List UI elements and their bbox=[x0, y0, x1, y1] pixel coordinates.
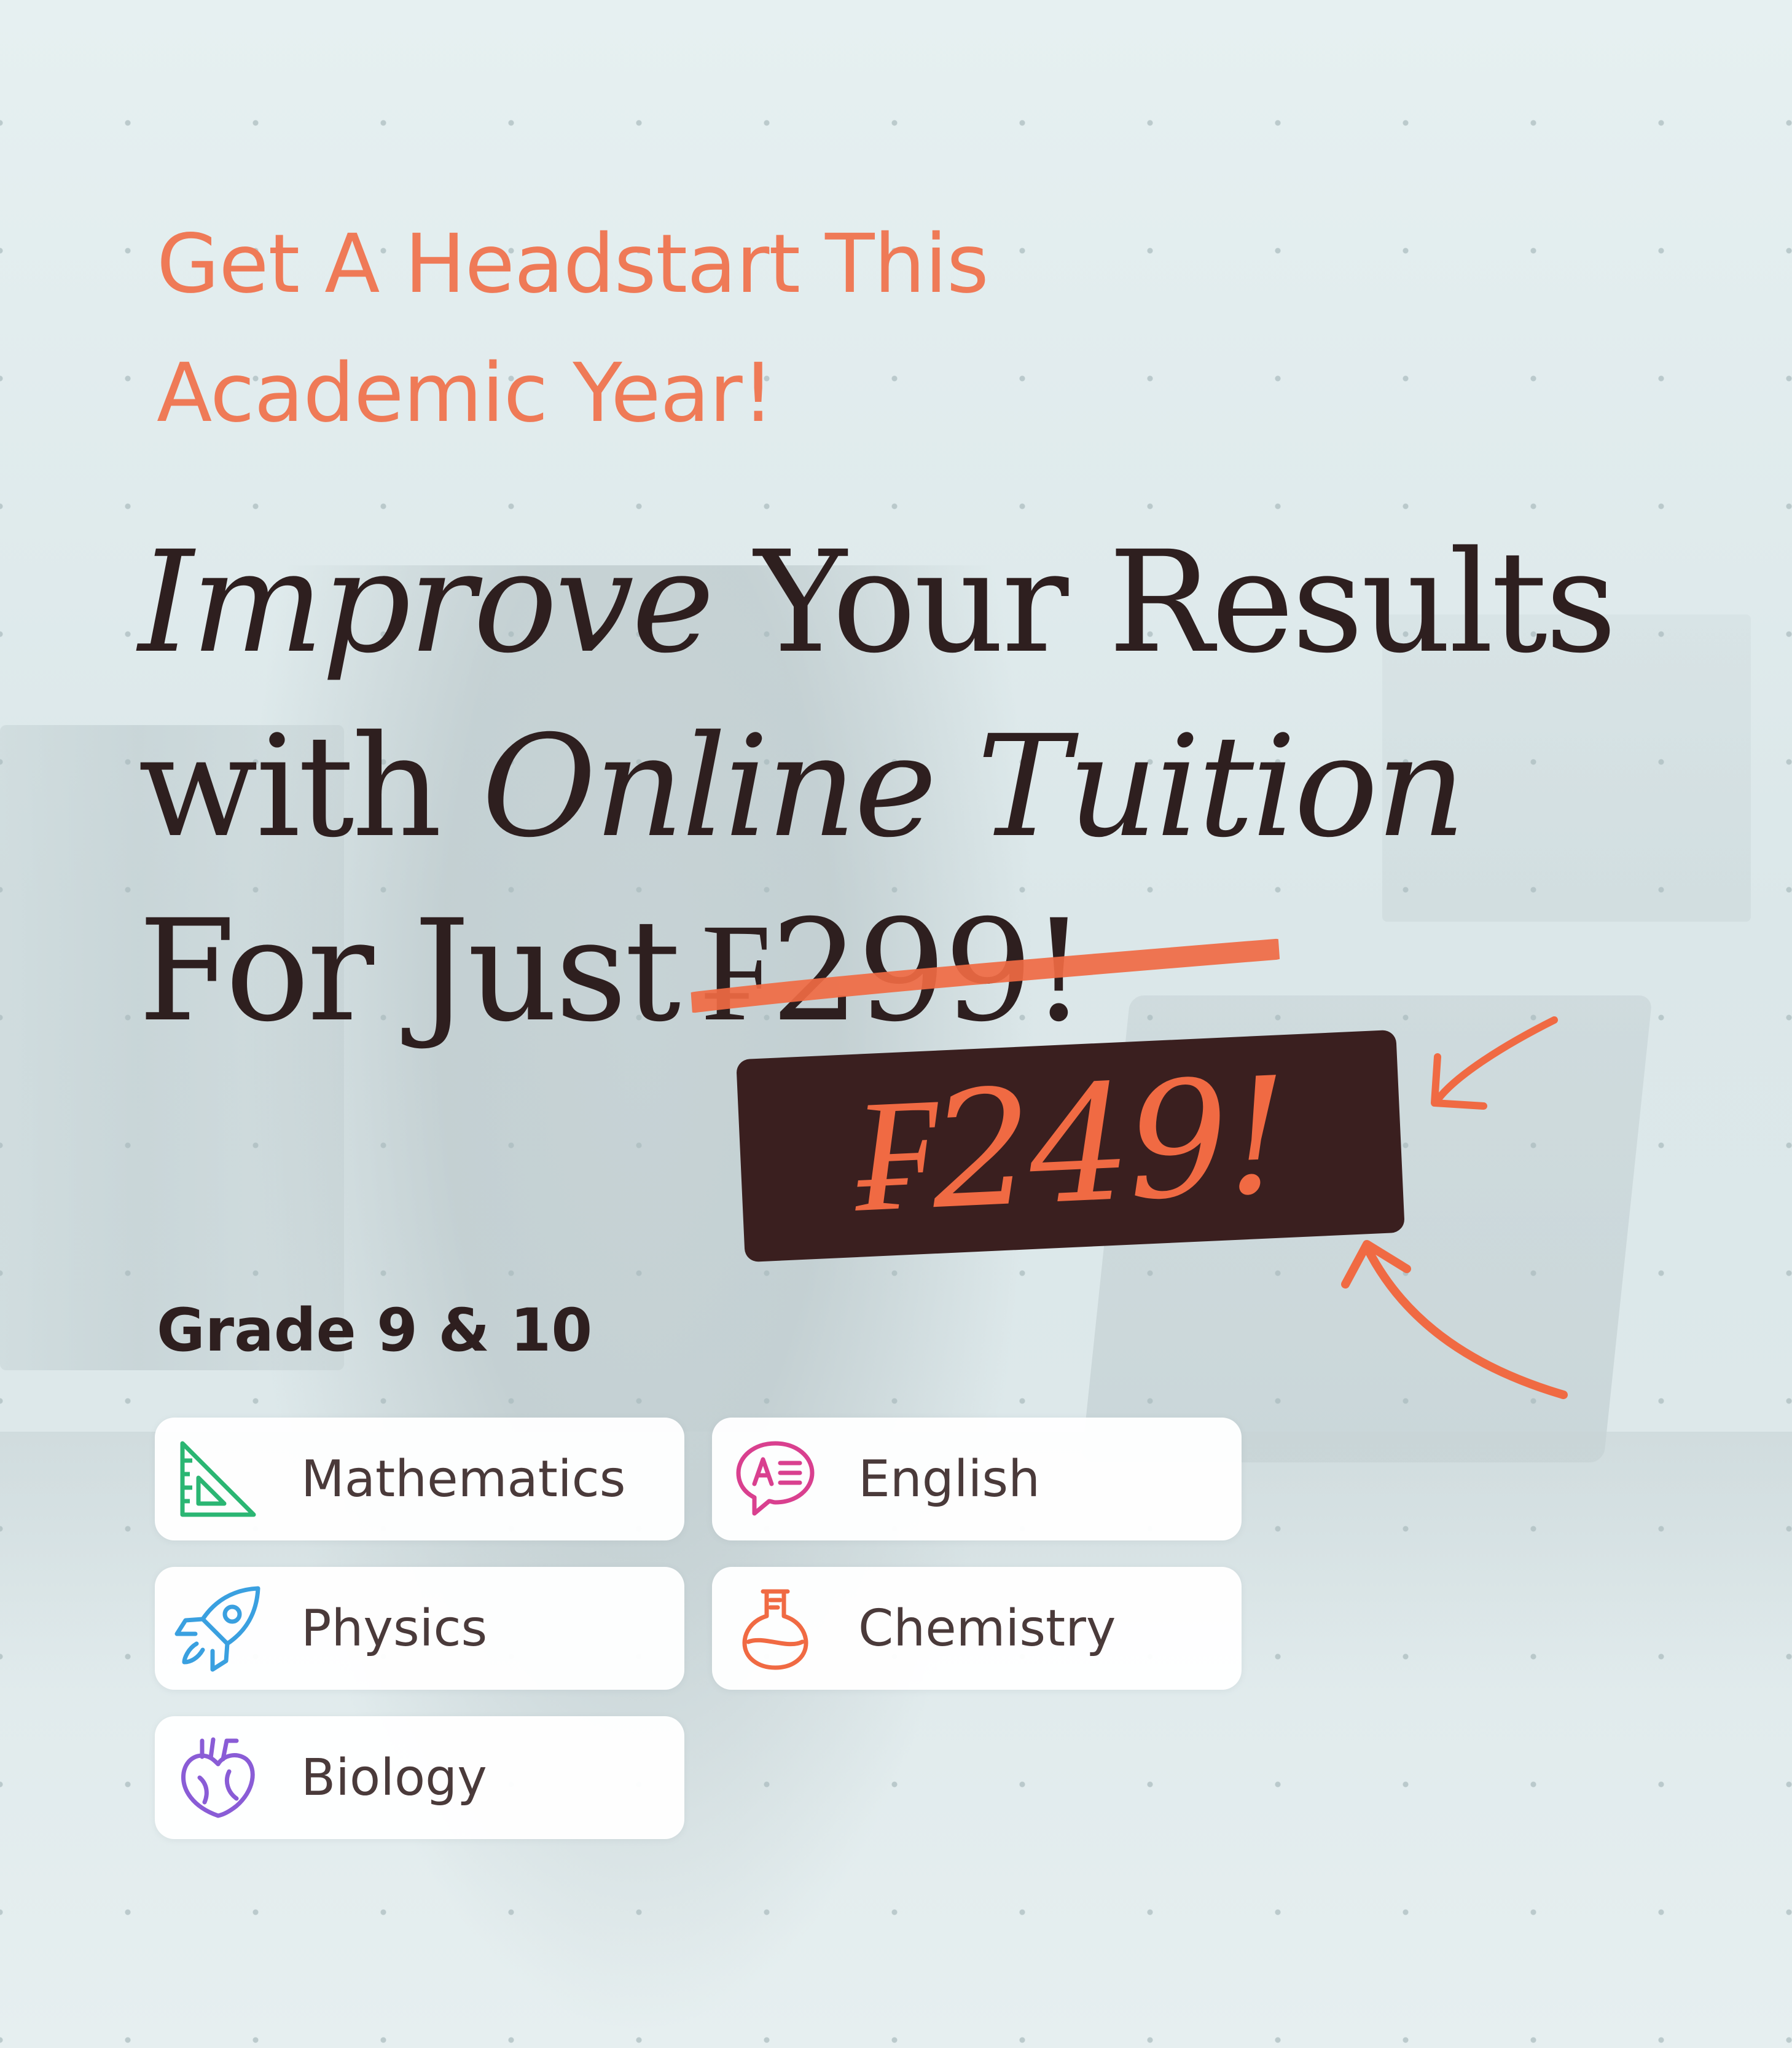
arrow-icons bbox=[1341, 1016, 1568, 1399]
subject-card-physics[interactable]: Physics bbox=[155, 1567, 684, 1690]
subject-label: Chemistry bbox=[858, 1599, 1116, 1658]
flask-icon bbox=[729, 1582, 821, 1674]
headline-line-1: Improve Your Results bbox=[138, 510, 1617, 694]
top-arrow-icon bbox=[1431, 1016, 1558, 1110]
headline-for-just: For Just bbox=[138, 889, 681, 1053]
kicker-line-1: Get A Headstart This bbox=[157, 217, 989, 312]
promo-banner: Get A Headstart This Academic Year! Impr… bbox=[0, 0, 1792, 2048]
headline-online-tuition: Online Tuition bbox=[482, 705, 1466, 868]
rocket-icon bbox=[172, 1582, 264, 1674]
subject-card-chemistry[interactable]: Chemistry bbox=[712, 1567, 1242, 1690]
new-price-badge: ₣249! bbox=[736, 1029, 1405, 1263]
kicker-line-2: Academic Year! bbox=[157, 346, 775, 441]
headline-line-2: with Online Tuition bbox=[138, 694, 1614, 879]
new-price-text: ₣249! bbox=[851, 1043, 1290, 1249]
set-square-icon bbox=[172, 1433, 264, 1525]
headline-improve: Improve bbox=[138, 520, 714, 684]
subject-label: Physics bbox=[301, 1599, 488, 1658]
headline: Improve Your Results with Online Tuition… bbox=[138, 510, 1617, 1063]
grade-label: Grade 9 & 10 bbox=[157, 1296, 593, 1365]
subject-card-biology[interactable]: Biology bbox=[155, 1716, 684, 1839]
subject-card-mathematics[interactable]: Mathematics bbox=[155, 1418, 684, 1540]
subject-label: Biology bbox=[301, 1748, 487, 1807]
headline-with: with bbox=[138, 705, 482, 868]
bottom-arrow-icon bbox=[1341, 1240, 1568, 1399]
kicker-text: Get A Headstart This Academic Year! bbox=[157, 200, 989, 458]
subject-label: English bbox=[858, 1450, 1041, 1509]
speech-bubble-text-icon bbox=[729, 1433, 821, 1525]
old-price: ₣299! bbox=[690, 879, 1281, 1063]
heart-organ-icon bbox=[172, 1732, 264, 1824]
headline-your-results: Your Results bbox=[712, 520, 1617, 684]
subject-label: Mathematics bbox=[301, 1450, 626, 1509]
subject-card-english[interactable]: English bbox=[712, 1418, 1242, 1540]
